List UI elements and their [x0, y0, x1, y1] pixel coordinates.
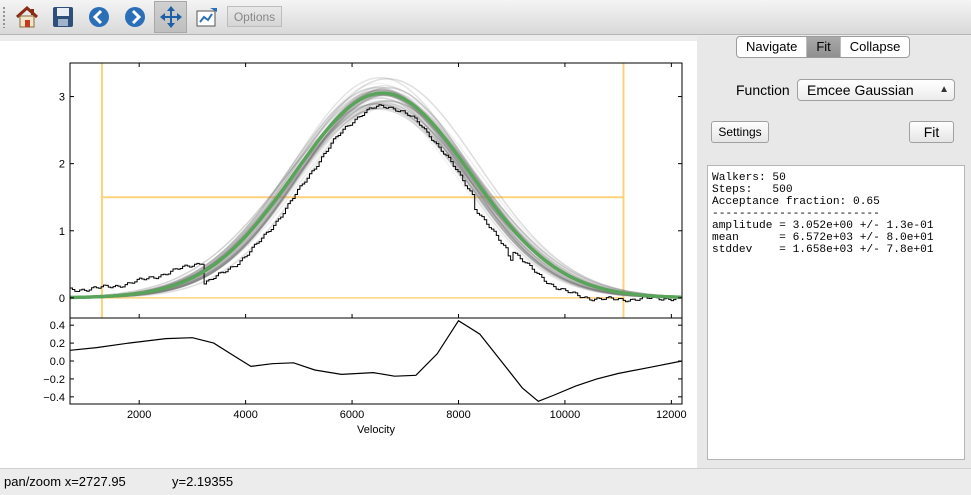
function-label: Function	[736, 82, 790, 98]
residual-line	[69, 319, 683, 402]
mcmc-sample-curve	[70, 90, 680, 299]
mcmc-sample-curve	[69, 104, 680, 299]
status-y: y=2.19355	[172, 474, 234, 489]
output-line: stddev = 1.658e+03 +/- 7.8e+01	[712, 244, 934, 256]
y-tick-label: 2	[59, 159, 65, 171]
mcmc-sample-curve	[69, 101, 680, 299]
edit-options-button[interactable]	[192, 2, 222, 32]
mcmc-sample-curve	[70, 92, 680, 299]
output-line: Walkers: 50	[712, 172, 786, 184]
mcmc-sample-curve	[69, 78, 680, 299]
forward-arrow-icon	[125, 7, 145, 27]
toolbar-grip[interactable]	[2, 6, 7, 28]
x-tick-label: 12000	[656, 409, 687, 421]
output-line: amplitude = 3.052e+00 +/- 1.3e-01	[712, 220, 934, 232]
save-button[interactable]	[48, 2, 78, 32]
output-line: Steps: 500	[712, 184, 793, 196]
residual-y-tick-label: 0.2	[50, 338, 65, 350]
residual-axes-frame	[69, 317, 683, 405]
home-icon	[15, 5, 39, 28]
function-select[interactable]: Emcee Gaussian ▲	[797, 79, 955, 101]
back-arrow-icon	[89, 7, 109, 27]
mcmc-sample-curve	[70, 92, 680, 299]
mcmc-sample-curve	[69, 91, 680, 299]
settings-button[interactable]: Settings	[711, 121, 769, 143]
tab-navigate[interactable]: Navigate	[737, 37, 808, 57]
pan-move-icon	[159, 6, 182, 28]
mcmc-sample-curve	[70, 93, 680, 299]
plot-canvas[interactable]: 0 1 2 3 0.4 0.2 0.0 −0.2 −0.4 2000 4000 6000 8000 100…	[0, 41, 697, 468]
mcmc-sample-curve	[70, 102, 680, 299]
toolbar: Options	[0, 0, 971, 35]
mcmc-sample-curve	[70, 88, 680, 298]
y-tick-label: 0	[59, 293, 65, 305]
mcmc-sample-curve	[69, 103, 680, 298]
fit-output-text: Walkers: 50 Steps: 500 Acceptance fraction…	[707, 165, 965, 460]
mcmc-sample-curve	[69, 82, 680, 299]
mcmc-sample-curve	[69, 90, 680, 299]
mcmc-sample-curve	[69, 108, 680, 299]
residual-y-tick-label: −0.4	[43, 392, 65, 404]
x-tick-label: 8000	[446, 409, 470, 421]
mcmc-sample-curve	[70, 86, 680, 299]
pan-button[interactable]	[154, 1, 187, 33]
mcmc-sample-curve	[70, 103, 680, 299]
x-axis-label: Velocity	[357, 424, 395, 436]
mcmc-sample-curve	[70, 93, 680, 299]
mcmc-sample-curve	[69, 77, 680, 299]
mcmc-sample-curve	[70, 106, 680, 299]
select-arrows-icon: ▲	[939, 84, 949, 95]
status-bar: pan/zoom x=2727.95 y=2.19355	[0, 468, 971, 495]
x-tick-label: 4000	[233, 409, 257, 421]
x-tick-label: 2000	[127, 409, 151, 421]
home-button[interactable]	[12, 2, 42, 32]
y-tick-label: 3	[59, 92, 65, 104]
mcmc-sample-curve	[70, 88, 680, 299]
residual-y-tick-label: 0.0	[50, 356, 65, 368]
x-tick-label: 10000	[550, 409, 581, 421]
function-select-value: Emcee Gaussian	[807, 82, 914, 98]
mcmc-sample-curve	[69, 105, 680, 298]
best-fit-line	[69, 91, 681, 300]
options-button[interactable]: Options	[227, 6, 282, 27]
mcmc-sample-curve	[69, 100, 680, 299]
mcmc-sample-curve	[70, 103, 680, 299]
y-tick-label: 1	[59, 226, 65, 238]
mcmc-sample-curve	[69, 107, 680, 299]
status-mode-x: pan/zoom x=2727.95	[4, 474, 126, 489]
mcmc-sample-curve	[69, 89, 680, 299]
fit-panel: Navigate Fit Collapse Function Emcee Gau…	[697, 36, 971, 468]
mcmc-sample-curve	[70, 93, 680, 299]
mcmc-sample-curve	[69, 89, 680, 299]
mcmc-sample-curve	[69, 87, 680, 299]
output-line: Acceptance fraction: 0.65	[712, 196, 880, 208]
save-icon	[53, 7, 73, 27]
fit-button[interactable]: Fit	[909, 121, 954, 143]
residual-y-tick-label: 0.4	[50, 320, 65, 332]
back-button[interactable]	[84, 2, 114, 32]
mcmc-sample-curve	[70, 100, 680, 298]
mcmc-sample-curve	[69, 100, 680, 299]
output-line: -------------------------	[712, 208, 880, 220]
tab-fit[interactable]: Fit	[807, 37, 841, 57]
mcmc-sample-curve	[70, 85, 680, 299]
mode-tabs: Navigate Fit Collapse	[736, 36, 911, 58]
data-step-line	[69, 104, 682, 303]
output-line: mean = 6.572e+03 +/- 8.0e+01	[712, 232, 934, 244]
edit-options-icon	[196, 8, 217, 27]
mcmc-sample-curve	[69, 86, 680, 299]
mcmc-sample-curve	[70, 101, 680, 299]
x-tick-label: 6000	[340, 409, 364, 421]
spectrum-figure[interactable]: 0 1 2 3 0.4 0.2 0.0 −0.2 −0.4 2000 4000 6000 8000 100…	[0, 41, 697, 468]
residual-y-tick-label: −0.2	[43, 374, 65, 386]
mcmc-sample-curve	[69, 104, 680, 299]
mcmc-sample-curve	[70, 106, 680, 299]
tab-collapse[interactable]: Collapse	[841, 37, 910, 57]
forward-button[interactable]	[120, 2, 150, 32]
